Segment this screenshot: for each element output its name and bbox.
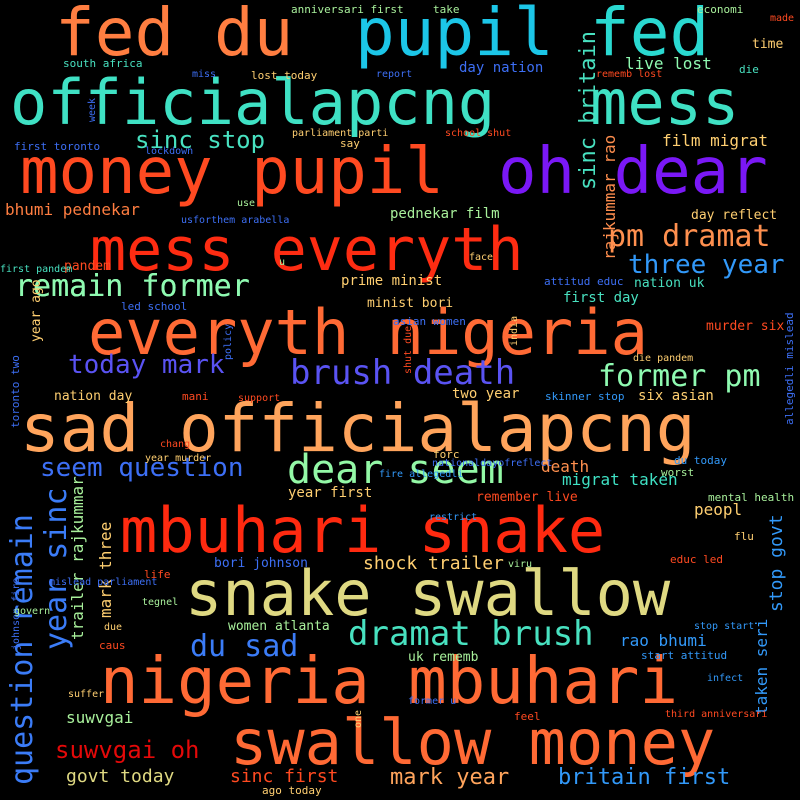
word-124: one [353, 709, 364, 728]
word-33: rajkummar rao [600, 134, 619, 260]
word-105: worst [661, 466, 695, 479]
word-45: taken seri [752, 618, 771, 715]
word-50: suwvgai [66, 708, 134, 727]
word-28: bhumi pednekar [5, 200, 140, 219]
word-8: pm dramat [608, 219, 771, 254]
word-cloud: fed du pupil fed officialapcng mess money pup… [0, 0, 800, 800]
word-110: viru [508, 559, 533, 570]
word-111: educ led [670, 553, 723, 566]
word-91: policy [223, 323, 234, 360]
word-29: film migrat [662, 131, 768, 150]
word-35: time [752, 37, 784, 52]
word-60: nation day [54, 389, 133, 404]
word-88: led school [121, 300, 188, 313]
word-83: use [237, 198, 256, 209]
word-73: lost today [251, 69, 318, 82]
word-115: govern [14, 606, 51, 617]
word-103: year murder [145, 453, 212, 464]
word-42: peopl [694, 500, 743, 519]
word-37: trailer rajkummar [68, 476, 87, 640]
word-46: britain first [558, 765, 731, 790]
word-53: nation uk [634, 276, 705, 291]
word-96: toronto two [9, 355, 22, 428]
word-34: pednekar film [390, 206, 500, 222]
word-82: lockdown [145, 146, 194, 157]
word-84: usforthem arabella [181, 215, 290, 226]
word-77: week [87, 97, 98, 122]
word-61: year ago [29, 279, 44, 342]
word-76: die [739, 63, 759, 76]
word-97: mani [182, 390, 209, 403]
word-74: report [376, 69, 413, 80]
word-70: made [770, 13, 795, 24]
word-87: first pandem [0, 264, 73, 275]
word-69: take [433, 3, 460, 16]
word-119: caus [99, 639, 126, 652]
word-127: ago today [262, 784, 322, 797]
word-107: mental health [708, 491, 795, 504]
word-93: india [509, 315, 520, 346]
word-62: remember live [476, 490, 578, 505]
word-56: day reflect [691, 208, 778, 223]
word-106: fire allegedli [379, 469, 464, 480]
word-86: u [279, 257, 286, 268]
word-63: bori johnson [214, 556, 308, 571]
word-65: uk rememb [408, 650, 479, 665]
word-118: stop start [694, 621, 755, 632]
word-4: mess [590, 66, 740, 139]
word-122: former u [408, 696, 457, 707]
word-92: shut due [403, 325, 414, 374]
word-102: du today [674, 454, 727, 467]
word-57: murder six [706, 319, 785, 334]
word-113: mislead parliament [49, 577, 158, 588]
word-43: stop govt [766, 514, 787, 612]
word-117: due [104, 622, 123, 633]
word-58: two year [452, 386, 520, 402]
word-59: six asian [638, 388, 714, 404]
word-32: day nation [459, 60, 544, 76]
word-68: anniversari first [291, 3, 404, 16]
word-22: nigeria mbuhari [100, 645, 678, 719]
word-94: die pandem [633, 353, 694, 364]
word-81: first toronto [14, 140, 101, 153]
word-104: nationaldayofreflect [432, 458, 553, 469]
word-116: tegnel [142, 597, 179, 608]
word-12: today mark [68, 350, 225, 380]
word-67: economi [697, 3, 744, 16]
word-41: year first [288, 485, 373, 501]
word-79: school shut [445, 128, 512, 139]
word-80: say [340, 137, 360, 150]
word-36: mark three [96, 521, 115, 618]
word-120: start attitud [641, 649, 728, 662]
word-49: govt today [66, 766, 175, 787]
word-126: third anniversari [665, 709, 768, 720]
word-10: three year [628, 250, 785, 280]
word-40: shock trailer [363, 553, 504, 574]
word-109: restrict [429, 512, 478, 523]
word-47: mark year [390, 765, 510, 790]
word-51: remain former [15, 269, 250, 304]
word-125: feel [514, 710, 541, 723]
word-52: first day [563, 290, 639, 306]
word-30: sinc britain [576, 31, 601, 190]
word-54: prime minist [341, 273, 443, 289]
word-44: rao bhumi [620, 631, 707, 650]
word-90: attitud educ [544, 275, 624, 288]
word-55: minist bori [367, 296, 454, 311]
word-75: rememb lost [596, 69, 663, 80]
word-24: suwvgai oh [55, 736, 200, 764]
word-123: infect [707, 673, 744, 684]
word-72: miss [192, 69, 217, 80]
word-108: flu [734, 530, 754, 543]
word-85: face [469, 252, 494, 263]
word-95: allegedli mislead [783, 312, 796, 425]
word-98: support [238, 393, 281, 404]
word-64: women atlanta [228, 619, 330, 634]
word-99: skinner stop [545, 390, 625, 403]
word-71: south africa [63, 57, 143, 70]
word-100: chang [160, 439, 191, 450]
word-114: life [144, 568, 171, 581]
word-121: suffer [68, 689, 105, 700]
